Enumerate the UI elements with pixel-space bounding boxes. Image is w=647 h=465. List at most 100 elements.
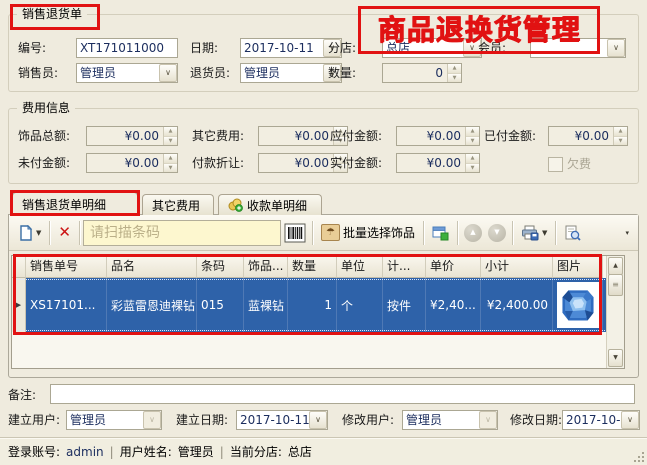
paid-field[interactable]: ¥0.00 ▲▼ — [548, 126, 628, 146]
cell-pricing[interactable]: 按件 — [383, 278, 426, 332]
print-preview-button[interactable] — [559, 219, 586, 247]
toolbar-separator — [49, 221, 50, 245]
col-header[interactable]: 数量 — [288, 256, 337, 278]
edit-grid-button[interactable] — [427, 219, 454, 247]
cell-unit[interactable]: 个 — [337, 278, 383, 332]
fee-group-title: 费用信息 — [17, 99, 75, 117]
payable-field[interactable]: ¥0.00 ▲▼ — [396, 126, 480, 146]
row-arrow-icon: ▶ — [16, 301, 21, 309]
spin-down-icon[interactable]: ▼ — [164, 136, 177, 146]
spin-down-icon[interactable]: ▼ — [614, 136, 627, 146]
circle-down-icon: ▼ — [488, 224, 506, 242]
cell-barcode[interactable]: 015 — [197, 278, 244, 332]
branch-label: 分店: — [328, 38, 356, 58]
spin-down-icon[interactable]: ▼ — [466, 136, 479, 146]
chevron-down-icon[interactable]: ∨ — [309, 411, 327, 429]
move-up-button[interactable]: ▲ — [461, 219, 485, 247]
toolbar-separator — [79, 221, 80, 245]
col-header[interactable]: 小计 — [481, 256, 553, 278]
spin-up-icon[interactable]: ▲ — [164, 127, 177, 136]
barcode-icon — [284, 223, 306, 243]
unpaid-field[interactable]: ¥0.00 ▲▼ — [86, 153, 178, 173]
toolbar-separator — [312, 221, 313, 245]
package-box-icon: ☂ — [321, 224, 340, 241]
col-header[interactable]: 图片 — [553, 256, 603, 278]
tab-label: 其它费用 — [152, 197, 200, 214]
spin-down-icon[interactable]: ▼ — [164, 163, 177, 173]
cell-product-name[interactable]: 彩蓝雷恩迪裸钻 — [107, 278, 197, 332]
col-header[interactable]: 单位 — [337, 256, 383, 278]
chevron-down-icon[interactable]: ∨ — [621, 411, 639, 429]
actual-paid-field[interactable]: ¥0.00 ▲▼ — [396, 153, 480, 173]
fee-total-field[interactable]: ¥0.00 ▲▼ — [86, 126, 178, 146]
create-date-select[interactable]: 2017-10-11 ∨ — [236, 410, 328, 430]
tab-return-detail[interactable]: 销售退货单明细 — [12, 192, 138, 215]
spinner-buttons[interactable]: ▲▼ — [163, 154, 177, 172]
spin-up-icon[interactable]: ▲ — [466, 127, 479, 136]
qty-label: 数量: — [328, 63, 356, 83]
toolbar-separator — [555, 221, 556, 245]
cell-category[interactable]: 蓝裸钻 — [244, 278, 288, 332]
returner-select[interactable]: 管理员 ∨ — [240, 63, 342, 83]
member-select[interactable]: ∨ — [530, 38, 626, 58]
scroll-thumb[interactable]: ≡ — [608, 274, 623, 296]
seller-select[interactable]: 管理员 ∨ — [76, 63, 178, 83]
scroll-up-button[interactable]: ▲ — [608, 257, 623, 275]
grid-vertical-scrollbar[interactable]: ▲ ≡ ▼ — [606, 256, 624, 368]
tab-other-fee[interactable]: 其它费用 — [142, 194, 214, 215]
order-date-select[interactable]: 2017-10-11 ∨ — [240, 38, 342, 58]
chevron-down-icon[interactable]: ∨ — [159, 64, 177, 82]
scroll-down-button[interactable]: ▼ — [608, 349, 623, 367]
spinner-buttons[interactable]: ▲▼ — [613, 127, 627, 145]
col-header[interactable]: 销售单号 — [26, 256, 107, 278]
col-header[interactable]: 计... — [383, 256, 426, 278]
resize-grip-icon[interactable] — [634, 452, 645, 463]
member-label: 会员: — [478, 38, 506, 58]
qty-stepper[interactable]: 0 ▲▼ — [382, 63, 462, 83]
spin-up-icon[interactable]: ▲ — [466, 154, 479, 163]
coins-plus-icon — [228, 198, 243, 212]
batch-select-button[interactable]: ☂ 批量选择饰品 — [316, 219, 420, 247]
spinner-buttons[interactable]: ▲▼ — [447, 64, 461, 82]
new-row-button[interactable]: ▼ — [13, 219, 46, 247]
spinner-buttons[interactable]: ▲▼ — [465, 154, 479, 172]
col-header[interactable]: 饰品... — [244, 256, 288, 278]
printer-icon — [521, 225, 539, 241]
modify-date-select[interactable]: 2017-10-11 ∨ — [562, 410, 640, 430]
col-header[interactable]: 条码 — [197, 256, 244, 278]
chevron-down-icon[interactable]: ∨ — [479, 411, 497, 429]
spinner-buttons[interactable]: ▲▼ — [163, 127, 177, 145]
create-user-select[interactable]: 管理员 ∨ — [66, 410, 162, 430]
tab-receipt-detail[interactable]: 收款单明细 — [218, 194, 322, 215]
modify-user-select[interactable]: 管理员 ∨ — [402, 410, 498, 430]
arrears-checkbox[interactable] — [548, 157, 563, 172]
cell-sale-no[interactable]: XS17101... — [26, 278, 107, 332]
chevron-down-icon[interactable]: ∨ — [607, 39, 625, 57]
spin-up-icon[interactable]: ▲ — [448, 64, 461, 73]
toolbar-separator — [457, 221, 458, 245]
col-header[interactable]: 品名 — [107, 256, 197, 278]
delete-row-button[interactable]: ✕ — [53, 219, 76, 247]
order-no-input[interactable] — [76, 38, 178, 58]
seller-label: 销售员: — [18, 63, 58, 83]
spin-up-icon[interactable]: ▲ — [614, 127, 627, 136]
table-row-selected[interactable]: ▶ XS17101... 彩蓝雷恩迪裸钻 015 蓝裸钻 1 个 按件 ¥2,4… — [12, 278, 624, 332]
col-header[interactable]: 单价 — [426, 256, 481, 278]
spin-down-icon[interactable]: ▼ — [448, 73, 461, 83]
spinner-buttons[interactable]: ▲▼ — [465, 127, 479, 145]
barcode-scan-input[interactable] — [83, 220, 281, 246]
cell-price[interactable]: ¥2,40... — [426, 278, 481, 332]
cell-image[interactable] — [553, 278, 603, 332]
toolbar-overflow-button[interactable]: ▾ — [620, 219, 634, 247]
print-button[interactable]: ▼ — [516, 219, 552, 247]
cell-qty[interactable]: 1 — [288, 278, 337, 332]
move-down-button[interactable]: ▼ — [485, 219, 509, 247]
spin-up-icon[interactable]: ▲ — [164, 154, 177, 163]
cell-subtotal[interactable]: ¥2,400.00 — [481, 278, 553, 332]
chevron-down-icon[interactable]: ∨ — [143, 411, 161, 429]
remark-input[interactable] — [50, 384, 635, 404]
barcode-button[interactable] — [281, 219, 309, 247]
status-bar: 登录账号: admin | 用户姓名: 管理员 | 当前分店: 总店 — [0, 437, 647, 465]
spin-down-icon[interactable]: ▼ — [466, 163, 479, 173]
branch-select[interactable]: 总店 ∨ — [382, 38, 482, 58]
